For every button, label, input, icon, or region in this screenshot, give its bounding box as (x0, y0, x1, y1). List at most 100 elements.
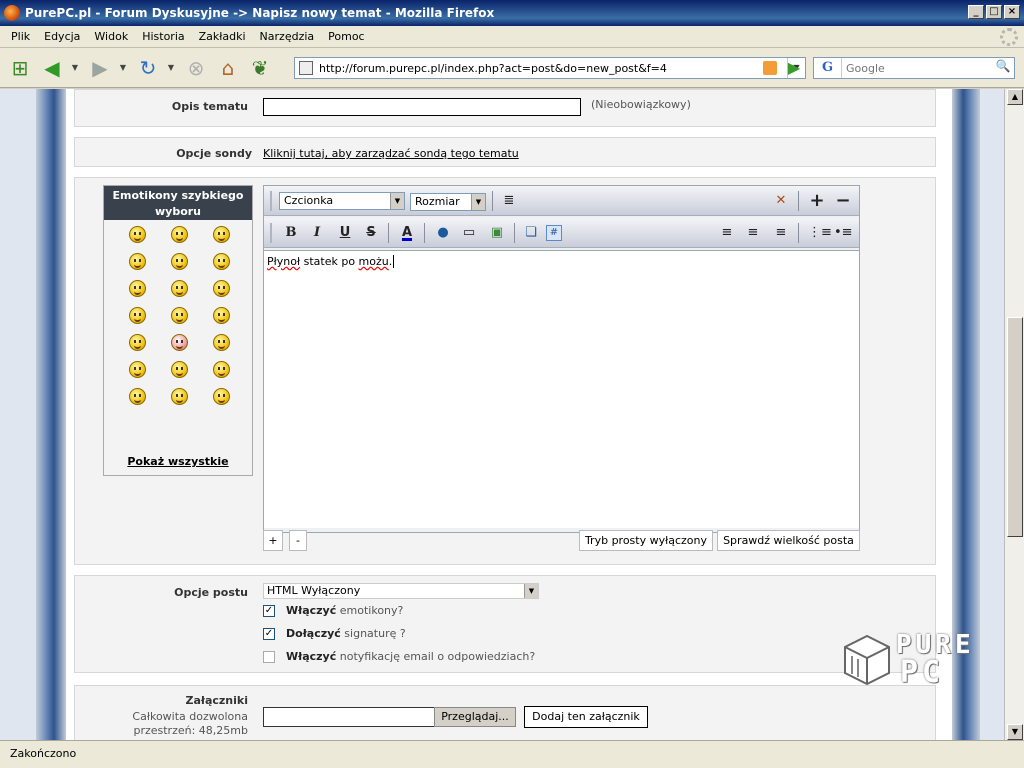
insert-code-icon[interactable]: # (546, 225, 562, 241)
search-engine-icon[interactable]: G (814, 58, 842, 78)
forward-button[interactable]: ▶ (86, 54, 114, 82)
new-tab-icon[interactable]: ⊞ (6, 54, 34, 82)
browse-button[interactable]: Przeglądaj... (434, 707, 516, 727)
emoticon-icon[interactable] (212, 253, 230, 270)
bullet-list-icon[interactable]: •≡ (834, 224, 853, 242)
search-box[interactable]: G 🔍 (813, 57, 1015, 79)
size-select[interactable]: Rozmiar ▼ (410, 193, 486, 211)
emoticon-icon[interactable] (212, 388, 230, 405)
page-viewport: Opis tematu (Nieobowiązkowy) Opcje sondy… (0, 89, 1004, 740)
editor-footer: + - Tryb prosty wyłączony Sprawdź wielko… (263, 530, 860, 552)
align-right-icon[interactable]: ≡ (772, 224, 790, 242)
bold-icon[interactable]: B (282, 224, 300, 242)
align-center-icon[interactable]: ≡ (744, 224, 762, 242)
align-left-icon[interactable]: ≡ (718, 224, 736, 242)
menu-narzedzia[interactable]: Narzędzia (253, 30, 322, 43)
emoticon-icon[interactable] (170, 226, 188, 243)
shrink-editor-icon[interactable]: − (834, 192, 852, 210)
editor-toolbar-top: Czcionka ▼ Rozmiar ▼ ≣ ✕ + − (264, 186, 859, 216)
insert-email-icon[interactable]: ▭ (460, 224, 478, 242)
poll-link[interactable]: Kliknij tutaj, aby zarządzać sondą tego … (263, 147, 519, 160)
enlarge-textarea-button[interactable]: + (263, 530, 283, 551)
close-button[interactable]: × (1004, 5, 1020, 19)
emoticon-icon[interactable] (170, 280, 188, 297)
emoticon-icon[interactable] (170, 253, 188, 270)
numbered-list-icon[interactable]: ⋮≡ (808, 224, 832, 242)
menu-historia[interactable]: Historia (135, 30, 191, 43)
emoticon-icon[interactable] (128, 253, 146, 270)
throbber-icon (1000, 28, 1018, 46)
url-bar[interactable]: http://forum.purepc.pl/index.php?act=pos… (294, 57, 806, 79)
insert-image-icon[interactable]: ▣ (488, 224, 506, 242)
scroll-up-arrow[interactable]: ▲ (1007, 89, 1023, 105)
check-length-button[interactable]: Sprawdź wielkość posta (717, 530, 860, 551)
strikethrough-icon[interactable]: S (362, 224, 380, 242)
remove-format-icon[interactable]: ✕ (772, 192, 790, 210)
back-button[interactable]: ◀ (38, 54, 66, 82)
home-button[interactable]: ⌂ (214, 54, 242, 82)
menu-pomoc[interactable]: Pomoc (321, 30, 371, 43)
signature-checkbox[interactable]: ✓ (263, 628, 275, 640)
emoticon-icon[interactable] (212, 307, 230, 324)
emoticons-title: Emotikony szybkiego wyboru (104, 186, 252, 220)
minimize-button[interactable]: _ (968, 5, 984, 19)
emoticon-icon[interactable] (170, 334, 188, 351)
emoticon-icon[interactable] (170, 388, 188, 405)
add-attachment-button[interactable]: Dodaj ten załącznik (524, 706, 648, 728)
file-path-input[interactable] (263, 707, 435, 727)
url-text[interactable]: http://forum.purepc.pl/index.php?act=pos… (319, 62, 667, 75)
emoticon-icon[interactable] (212, 280, 230, 297)
scroll-down-arrow[interactable]: ▼ (1007, 724, 1023, 740)
font-select-value: Czcionka (284, 194, 334, 207)
topic-description-input[interactable] (263, 98, 581, 116)
emoticon-icon[interactable] (128, 388, 146, 405)
rss-icon[interactable] (763, 61, 777, 75)
emoticon-icon[interactable] (128, 361, 146, 378)
emoticon-icon[interactable] (128, 307, 146, 324)
vertical-scrollbar[interactable]: ▲ ▼ (1004, 89, 1024, 740)
menu-zakladki[interactable]: Zakładki (192, 30, 253, 43)
emoticon-icon[interactable] (128, 226, 146, 243)
emoticon-icon[interactable] (128, 280, 146, 297)
underline-icon[interactable]: U (336, 224, 354, 242)
go-button[interactable]: ▶ (784, 58, 804, 78)
expand-editor-icon[interactable]: + (808, 192, 826, 210)
reload-dropdown[interactable]: ▼ (166, 54, 176, 82)
reload-button[interactable]: ↻ (134, 54, 162, 82)
emoticon-icon[interactable] (170, 307, 188, 324)
insert-link-icon[interactable]: ● (434, 224, 452, 242)
signature-checkbox-label: Dołączyć signaturę ? (286, 627, 406, 640)
leaf-icon[interactable]: ❦ (246, 54, 274, 82)
maximize-button[interactable]: □ (986, 5, 1002, 19)
menu-edycja[interactable]: Edycja (37, 30, 87, 43)
italic-icon[interactable]: I (308, 224, 326, 242)
font-select[interactable]: Czcionka ▼ (279, 192, 405, 210)
emoticon-icon[interactable] (170, 361, 188, 378)
emoticon-icon[interactable] (212, 361, 230, 378)
menu-widok[interactable]: Widok (87, 30, 135, 43)
font-color-icon[interactable]: A (398, 224, 416, 242)
scroll-thumb[interactable] (1007, 317, 1023, 537)
menu-bar: Plik Edycja Widok Historia Zakładki Narz… (0, 26, 1024, 48)
search-input[interactable] (846, 61, 986, 75)
forward-history-dropdown[interactable]: ▼ (118, 54, 128, 82)
stop-button[interactable]: ⊗ (182, 54, 210, 82)
show-all-emoticons-link[interactable]: Pokaż wszystkie (104, 455, 252, 468)
emoticon-icon[interactable] (212, 334, 230, 351)
html-mode-select[interactable]: HTML Wyłączony ▼ (263, 583, 539, 599)
emoticon-icon[interactable] (128, 334, 146, 351)
firefox-icon (4, 5, 20, 21)
menu-plik[interactable]: Plik (4, 30, 37, 43)
search-icon[interactable]: 🔍 (994, 59, 1012, 77)
post-textarea[interactable]: Płynoł statek po możu. (264, 250, 859, 528)
cb3-bold: Włączyć (286, 650, 337, 663)
shrink-textarea-button[interactable]: - (289, 530, 307, 551)
indent-icon[interactable]: ≣ (500, 192, 518, 210)
simple-mode-button[interactable]: Tryb prosty wyłączony (579, 530, 713, 551)
cb1-rest: emotikony? (336, 604, 404, 617)
insert-quote-icon[interactable]: ❏ (522, 224, 540, 242)
emoticons-checkbox[interactable]: ✓ (263, 605, 275, 617)
back-history-dropdown[interactable]: ▼ (70, 54, 80, 82)
notification-checkbox[interactable] (263, 651, 275, 663)
emoticon-icon[interactable] (212, 226, 230, 243)
